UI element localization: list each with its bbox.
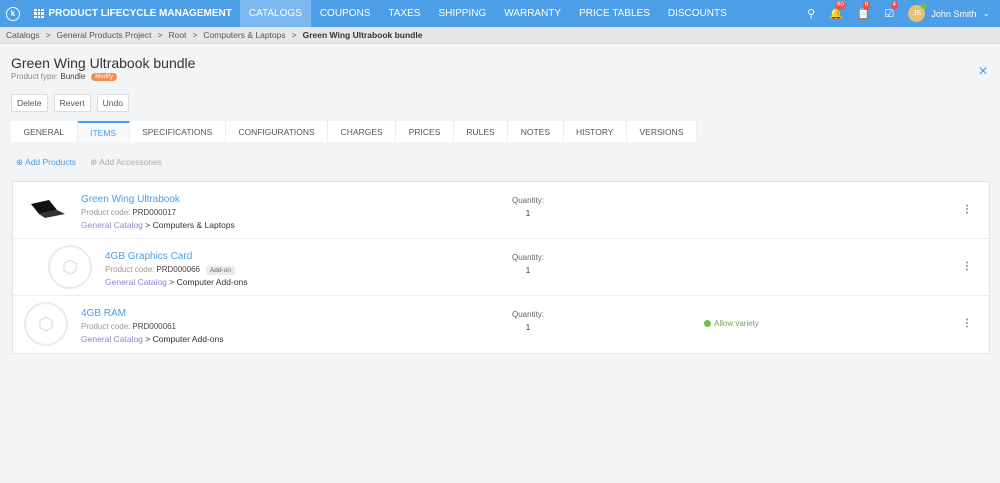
- page-title: Green Wing Ultrabook bundle: [11, 55, 196, 71]
- category: Computer Add-ons: [176, 277, 248, 287]
- quantity-value: 1: [525, 323, 531, 332]
- quantity-label: Quantity:: [512, 310, 545, 319]
- clipboard-clock-icon[interactable]: 📋 6: [857, 1, 871, 20]
- quantity-value: 1: [525, 209, 531, 218]
- tab-rules[interactable]: RULES: [454, 121, 509, 142]
- breadcrumb-item[interactable]: General Products Project: [57, 30, 152, 40]
- allow-variety-label: Allow variety: [714, 319, 759, 328]
- chevron-down-icon: ⌄: [982, 8, 990, 18]
- catalog-link[interactable]: General Catalog: [105, 277, 167, 287]
- top-nav: k PRODUCT LIFECYCLE MANAGEMENT CATALOGS …: [0, 0, 1000, 27]
- plus-circle-icon: ⊕: [16, 157, 24, 167]
- tasks-badge: 6: [862, 1, 871, 10]
- grid-icon: [34, 8, 44, 19]
- catalog-link[interactable]: General Catalog: [81, 220, 143, 230]
- search-icon[interactable]: ⚲: [807, 7, 815, 20]
- more-options-icon[interactable]: ⋮: [962, 204, 972, 215]
- app-title: PRODUCT LIFECYCLE MANAGEMENT: [48, 8, 232, 19]
- tab-history[interactable]: HISTORY: [564, 121, 627, 142]
- laptop-thumbnail: [31, 200, 65, 218]
- nav-taxes[interactable]: TAXES: [379, 0, 429, 27]
- tab-bar: GENERAL ITEMS SPECIFICATIONS CONFIGURATI…: [11, 121, 697, 142]
- product-type-label: Product type:: [11, 72, 59, 81]
- bell-icon[interactable]: 🔔 60: [829, 1, 846, 20]
- nav-discounts[interactable]: DISCOUNTS: [659, 0, 736, 27]
- logo-icon[interactable]: k: [6, 6, 20, 21]
- approvals-badge: 4: [890, 1, 898, 10]
- list-item: Green Wing Ultrabook Product code: PRD000…: [13, 182, 989, 239]
- chevron-right-icon: >: [192, 30, 198, 40]
- addon-badge: Add-on: [205, 266, 235, 275]
- nav-coupons[interactable]: COUPONS: [311, 0, 380, 27]
- category: Computers & Laptops: [152, 220, 235, 230]
- tab-versions[interactable]: VERSIONS: [627, 121, 697, 142]
- quantity-label: Quantity:: [512, 253, 545, 262]
- nav-price-tables[interactable]: PRICE TABLES: [570, 0, 659, 27]
- code-label: Product code:: [81, 208, 131, 217]
- add-products-label: Add Products: [25, 157, 77, 167]
- breadcrumb-item[interactable]: Computers & Laptops: [203, 30, 285, 40]
- tab-specifications[interactable]: SPECIFICATIONS: [130, 121, 226, 142]
- catalog-link[interactable]: General Catalog: [81, 334, 143, 344]
- code-label: Product code:: [105, 265, 155, 274]
- checklist-icon[interactable]: ☑ 4: [885, 1, 898, 20]
- product-code: PRD000066: [156, 265, 200, 274]
- nav-shipping[interactable]: SHIPPING: [429, 0, 495, 27]
- more-options-icon[interactable]: ⋮: [962, 318, 972, 329]
- user-name: John Smith: [931, 8, 977, 19]
- breadcrumb-current: Green Wing Ultrabook bundle: [302, 30, 423, 40]
- breadcrumb-item[interactable]: Root: [168, 30, 186, 40]
- box-icon: ⬡: [48, 245, 92, 289]
- product-code: PRD000017: [132, 208, 176, 217]
- plus-circle-icon: ⊕: [90, 157, 98, 167]
- product-type-value: Bundle: [60, 72, 86, 81]
- breadcrumb-item[interactable]: Catalogs: [6, 30, 40, 40]
- tab-prices[interactable]: PRICES: [396, 121, 454, 142]
- product-name-link[interactable]: Green Wing Ultrabook: [81, 194, 235, 205]
- tab-general[interactable]: GENERAL: [11, 121, 78, 142]
- breadcrumb: Catalogs > General Products Project > Root…: [0, 27, 1000, 44]
- category: Computer Add-ons: [152, 334, 224, 344]
- quantity-label: Quantity:: [512, 196, 545, 205]
- tab-configurations[interactable]: CONFIGURATIONS: [226, 121, 329, 142]
- chevron-right-icon: >: [291, 30, 297, 40]
- product-name-link[interactable]: 4GB RAM: [81, 308, 223, 319]
- close-icon[interactable]: ✕: [978, 64, 988, 78]
- more-options-icon[interactable]: ⋮: [962, 261, 972, 272]
- tab-notes[interactable]: NOTES: [508, 121, 564, 142]
- list-item: ⬡ 4GB Graphics Card Product code: PRD0000…: [13, 239, 989, 296]
- product-code: PRD000061: [132, 322, 176, 331]
- add-products-button[interactable]: ⊕ Add Products: [16, 157, 76, 168]
- code-label: Product code:: [81, 322, 131, 331]
- app-switcher[interactable]: PRODUCT LIFECYCLE MANAGEMENT: [34, 8, 232, 19]
- list-item: ⬡ 4GB RAM Product code: PRD000061 General…: [13, 296, 989, 353]
- chevron-right-icon: >: [45, 30, 51, 40]
- revert-button[interactable]: Revert: [53, 94, 91, 112]
- undo-button[interactable]: Undo: [96, 94, 129, 112]
- product-name-link[interactable]: 4GB Graphics Card: [105, 251, 247, 262]
- add-accessories-label: Add Accessories: [99, 157, 162, 167]
- delete-button[interactable]: Delete: [11, 94, 48, 112]
- user-menu[interactable]: JS John Smith ⌄: [908, 3, 990, 22]
- add-accessories-button[interactable]: ⊕ Add Accessories: [90, 157, 162, 168]
- quantity-value: 1: [525, 266, 531, 275]
- tab-items[interactable]: ITEMS: [77, 121, 130, 142]
- nav-catalogs[interactable]: CATALOGS: [239, 0, 311, 27]
- tab-charges[interactable]: CHARGES: [328, 121, 397, 142]
- notification-badge: 60: [835, 1, 846, 10]
- box-icon: ⬡: [24, 302, 68, 346]
- avatar: JS: [908, 3, 928, 22]
- check-circle-icon: [704, 320, 711, 327]
- items-list: Green Wing Ultrabook Product code: PRD000…: [12, 181, 990, 354]
- nav-warranty[interactable]: WARRANTY: [495, 0, 570, 27]
- status-badge: Modify: [91, 72, 117, 81]
- chevron-right-icon: >: [157, 30, 163, 40]
- product-type: Product type: Bundle Modify: [11, 72, 117, 81]
